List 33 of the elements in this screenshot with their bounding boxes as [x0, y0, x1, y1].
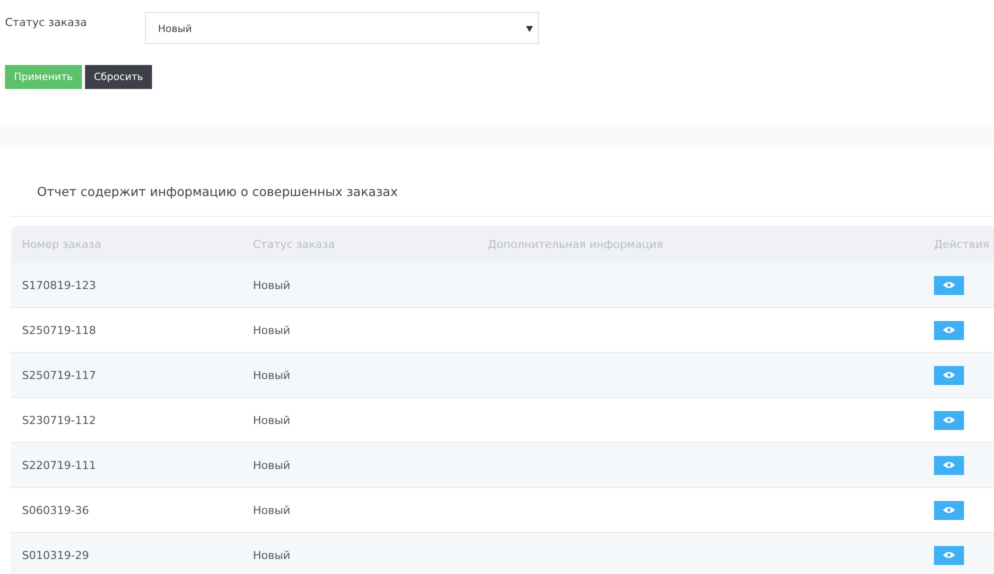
view-button[interactable] [934, 410, 964, 430]
order-status: Новый [252, 278, 292, 292]
eye-icon [943, 461, 955, 469]
eye-icon [943, 326, 955, 334]
eye-icon [943, 416, 955, 424]
view-button[interactable] [934, 500, 964, 520]
status-select[interactable]: Новый [145, 12, 539, 44]
view-button[interactable] [934, 276, 964, 294]
eye-icon [943, 506, 955, 514]
order-status: Новый [252, 414, 292, 426]
order-number: S010319-29 [21, 548, 90, 562]
view-button[interactable] [934, 320, 964, 340]
order-number: S250719-118 [21, 324, 97, 336]
report-title: Отчет содержит информацию о совершенных заказах [36, 183, 399, 201]
order-number: S250719-117 [21, 368, 97, 382]
order-number: S060319-36 [21, 504, 90, 516]
view-button[interactable] [934, 456, 964, 474]
eye-icon [943, 281, 955, 289]
order-status: Новый [252, 458, 292, 472]
order-status: Новый [252, 548, 292, 562]
filter-label: Статус заказа [5, 15, 88, 31]
reset-button[interactable]: Сбросить [84, 65, 152, 89]
eye-icon [943, 371, 955, 379]
order-status: Новый [252, 324, 292, 336]
order-number: S230719-112 [21, 414, 97, 426]
order-number: S220719-111 [21, 458, 97, 472]
caret-icon [526, 26, 533, 32]
order-number: S170819-123 [21, 278, 97, 292]
eye-icon [943, 551, 955, 559]
view-button[interactable] [934, 546, 964, 564]
view-button[interactable] [934, 366, 964, 384]
order-status: Новый [252, 368, 292, 382]
order-status: Новый [252, 504, 292, 516]
